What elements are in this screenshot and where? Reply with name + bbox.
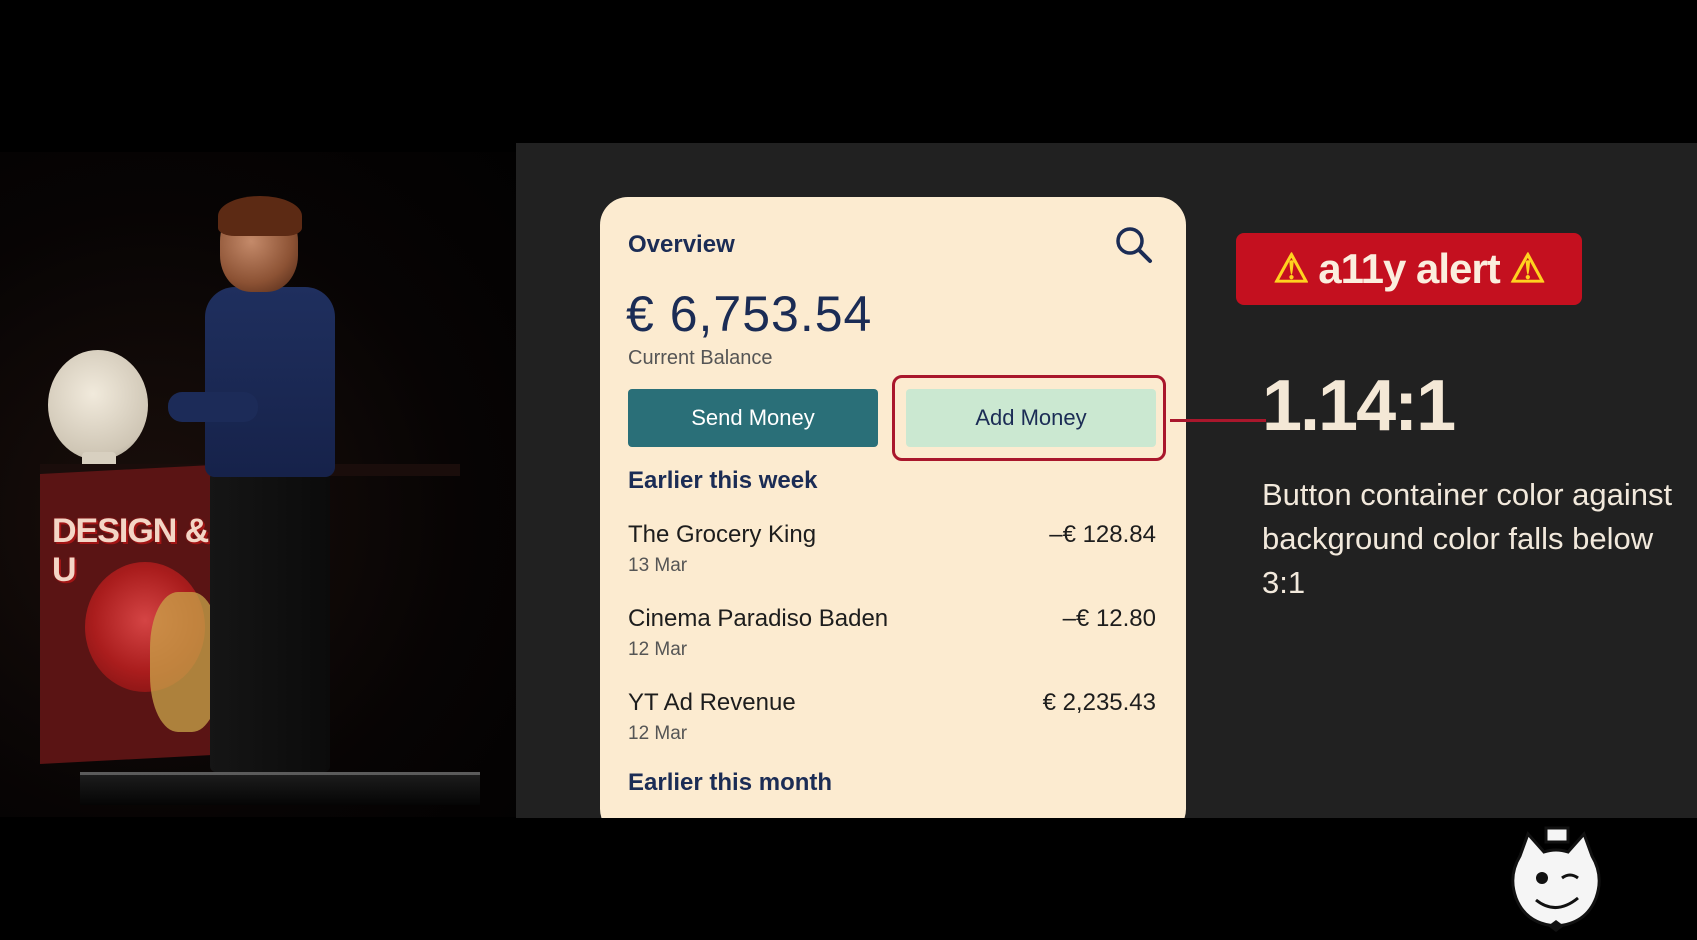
transaction-name: The Grocery King xyxy=(628,521,817,548)
transaction-amount: –€ 128.84 xyxy=(1049,521,1156,548)
speaker-legs xyxy=(210,472,330,772)
speaker-hair xyxy=(218,196,302,236)
search-icon[interactable] xyxy=(1112,223,1156,267)
section-title: Earlier this week xyxy=(628,467,818,494)
speaker-body xyxy=(205,287,335,477)
transaction-date: 12 Mar xyxy=(628,723,688,744)
transaction-name: YT Ad Revenue xyxy=(628,689,796,716)
transaction-date: 12 Mar xyxy=(628,639,688,660)
banking-app-card: Overview € 6,753.54 Current Balance Send… xyxy=(600,197,1186,818)
add-money-highlight-outline xyxy=(892,375,1166,461)
presentation-slide: Overview € 6,753.54 Current Balance Send… xyxy=(516,143,1697,818)
stage-monitor xyxy=(80,772,480,805)
mascot-logo xyxy=(1506,826,1606,936)
stage-video: DESIGN & U xyxy=(0,152,516,817)
overview-title: Overview xyxy=(628,231,735,258)
transaction-amount: –€ 12.80 xyxy=(1062,605,1156,632)
balance-amount: € 6,753.54 xyxy=(626,286,873,342)
a11y-alert-badge: ⚠ a11y alert ⚠ xyxy=(1236,233,1582,305)
warning-icon: ⚠ xyxy=(1509,247,1546,291)
balance-label: Current Balance xyxy=(628,347,773,369)
warning-icon: ⚠ xyxy=(1273,247,1309,291)
alert-label: a11y alert xyxy=(1318,245,1501,292)
contrast-ratio: 1.14:1 xyxy=(1262,366,1456,446)
speaker-arm xyxy=(168,392,258,422)
transaction-date: 13 Mar xyxy=(628,555,688,576)
section-title: Earlier this month xyxy=(628,769,833,796)
transaction-amount: € 2,235.43 xyxy=(1042,689,1156,716)
annotation-connector-line xyxy=(1170,419,1266,422)
send-money-button[interactable]: Send Money xyxy=(628,389,878,447)
stage-lamp xyxy=(48,350,148,460)
contrast-description: Button container color against backgroun… xyxy=(1262,477,1673,600)
podium-banner: DESIGN & U xyxy=(52,512,209,589)
transaction-name: Cinema Paradiso Baden xyxy=(628,605,889,632)
